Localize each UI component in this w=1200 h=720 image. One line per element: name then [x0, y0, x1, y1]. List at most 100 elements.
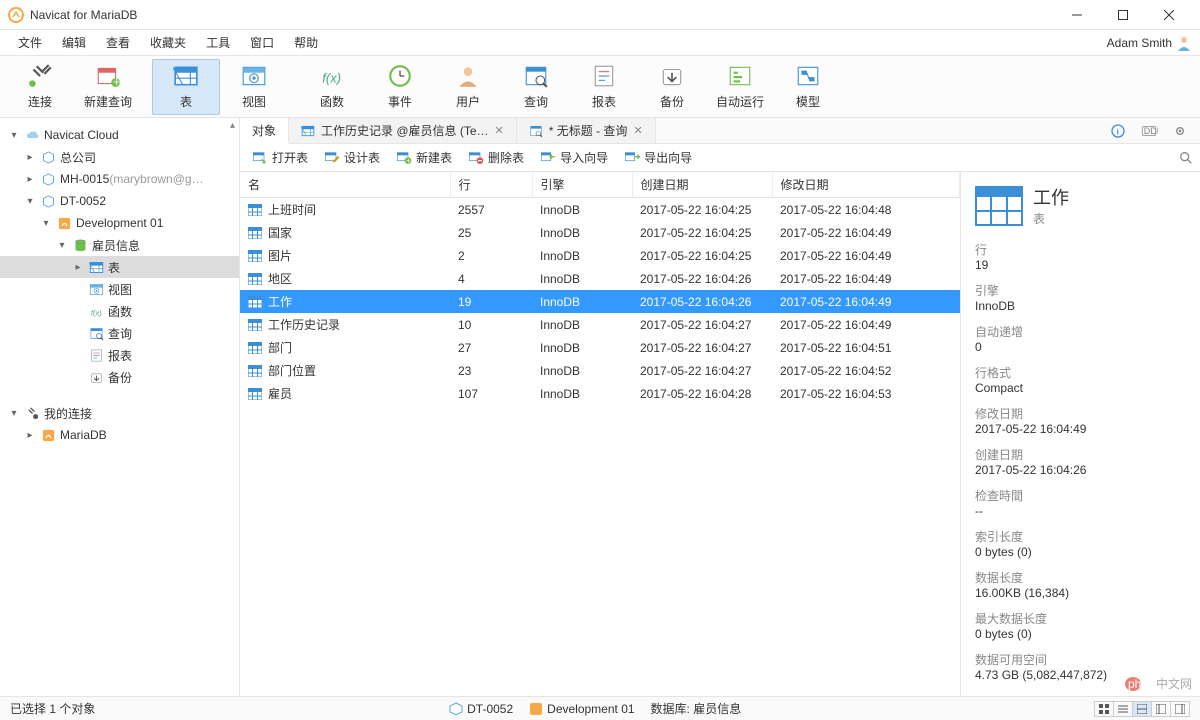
table-row[interactable]: 地区4InnoDB2017-05-22 16:04:262017-05-22 1… — [240, 267, 960, 290]
menu-file[interactable]: 文件 — [8, 30, 52, 55]
table-row[interactable]: 工作19InnoDB2017-05-22 16:04:262017-05-22 … — [240, 290, 960, 313]
table-icon — [248, 204, 262, 216]
view-grid-button[interactable] — [1094, 701, 1114, 717]
column-header[interactable]: 引擎 — [532, 172, 632, 198]
toolbar-clock-button[interactable]: 事件 — [366, 59, 434, 115]
view-list-button[interactable] — [1113, 701, 1133, 717]
action-design-button[interactable]: 设计表 — [318, 147, 386, 168]
watermark: php 中文网 — [1124, 675, 1192, 692]
status-development[interactable]: Development 01 — [529, 702, 634, 716]
avatar-icon[interactable] — [1176, 35, 1192, 51]
tab[interactable]: 工作历史记录 @雇员信息 (Te…✕ — [289, 118, 517, 143]
tree-item[interactable]: ▾雇员信息 — [0, 234, 239, 256]
table-row[interactable]: 图片2InnoDB2017-05-22 16:04:252017-05-22 1… — [240, 244, 960, 267]
tree-item[interactable]: ▾Development 01 — [0, 212, 239, 234]
tree-item[interactable]: 视图 — [0, 278, 239, 300]
menu-edit[interactable]: 编辑 — [52, 30, 96, 55]
menu-view[interactable]: 查看 — [96, 30, 140, 55]
menu-window[interactable]: 窗口 — [240, 30, 284, 55]
svg-text:+: + — [406, 156, 411, 165]
column-header[interactable]: 名 — [240, 172, 450, 198]
column-header[interactable]: 创建日期 — [632, 172, 772, 198]
tree-item[interactable]: ▾Navicat Cloud — [0, 124, 239, 146]
toolbar-model-button[interactable]: 模型 — [774, 59, 842, 115]
view-detail-button[interactable] — [1132, 701, 1152, 717]
expander-icon[interactable]: ▾ — [8, 130, 20, 141]
tree-item[interactable]: ▸总公司 — [0, 146, 239, 168]
export-icon — [624, 150, 640, 166]
menu-help[interactable]: 帮助 — [284, 30, 328, 55]
tab[interactable]: * 无标题 - 查询✕ — [517, 118, 656, 143]
tree-item[interactable]: 备份 — [0, 366, 239, 388]
import-icon — [540, 150, 556, 166]
toolbar-new-query-button[interactable]: +新建查询 — [74, 59, 142, 115]
tree-item[interactable]: ▾DT-0052 — [0, 190, 239, 212]
table-row[interactable]: 部门位置23InnoDB2017-05-22 16:04:272017-05-2… — [240, 359, 960, 382]
scroll-up-icon[interactable]: ▴ — [230, 120, 235, 131]
expander-icon[interactable]: ▸ — [24, 152, 36, 163]
table-row[interactable]: 国家25InnoDB2017-05-22 16:04:252017-05-22 … — [240, 221, 960, 244]
minimize-button[interactable] — [1054, 0, 1100, 30]
expander-icon[interactable]: ▸ — [24, 174, 36, 185]
toolbar-report-button[interactable]: 报表 — [570, 59, 638, 115]
tree-item[interactable]: 报表 — [0, 344, 239, 366]
action-delete-button[interactable]: 删除表 — [462, 147, 530, 168]
toolbar-user-button[interactable]: 用户 — [434, 59, 502, 115]
search-icon[interactable] — [1178, 150, 1194, 166]
toolbar-label: 视图 — [242, 93, 266, 110]
table-row[interactable]: 工作历史记录10InnoDB2017-05-22 16:04:272017-05… — [240, 313, 960, 336]
expander-icon[interactable]: ▾ — [40, 218, 52, 229]
ddl-icon[interactable]: DDL — [1140, 122, 1158, 140]
expander-icon[interactable]: ▾ — [8, 408, 20, 419]
info-icon[interactable]: i — [1110, 123, 1126, 139]
action-open-button[interactable]: 打开表 — [246, 147, 314, 168]
toolbar-fx-button[interactable]: f(x)函数 — [298, 59, 366, 115]
toolbar-auto-button[interactable]: 自动运行 — [706, 59, 774, 115]
close-icon[interactable]: ✕ — [633, 124, 642, 137]
toolbar-table-button[interactable]: 表 — [152, 59, 220, 115]
tree-label: 函数 — [108, 303, 132, 320]
table-row[interactable]: 部门27InnoDB2017-05-22 16:04:272017-05-22 … — [240, 336, 960, 359]
tab[interactable]: 对象 — [240, 118, 289, 144]
query-icon — [88, 325, 104, 341]
maximize-button[interactable] — [1100, 0, 1146, 30]
menu-favorites[interactable]: 收藏夹 — [140, 30, 196, 55]
tree-item[interactable]: ▾我的连接 — [0, 402, 239, 424]
close-icon[interactable]: ✕ — [495, 124, 504, 137]
tree-item[interactable]: ▸MH-0015 (marybrown@g… — [0, 168, 239, 190]
expander-icon[interactable]: ▾ — [24, 196, 36, 207]
user-label[interactable]: Adam Smith — [1107, 36, 1172, 50]
fx-icon: f(x) — [88, 303, 104, 319]
tree-item[interactable]: f(x)函数 — [0, 300, 239, 322]
tree-item[interactable]: ▸表 — [0, 256, 239, 278]
property-key: 行格式 — [975, 364, 1186, 381]
column-header[interactable]: 修改日期 — [772, 172, 960, 198]
table-row[interactable]: 上班时间2557InnoDB2017-05-22 16:04:252017-05… — [240, 198, 960, 222]
toolbar-plug-button[interactable]: 连接 — [6, 59, 74, 115]
property-key: 索引长度 — [975, 528, 1186, 545]
hex-icon — [40, 193, 56, 209]
tree-label: MH-0015 — [60, 172, 109, 186]
close-button[interactable] — [1146, 0, 1192, 30]
expander-icon[interactable]: ▸ — [24, 430, 36, 441]
cell-engine: InnoDB — [532, 290, 632, 313]
expander-icon[interactable]: ▾ — [56, 240, 68, 251]
tree-item[interactable]: 查询 — [0, 322, 239, 344]
cloud-icon — [24, 127, 40, 143]
action-new-button[interactable]: +新建表 — [390, 147, 458, 168]
view-panel1-button[interactable] — [1151, 701, 1171, 717]
view-panel2-button[interactable] — [1170, 701, 1190, 717]
tree-item[interactable]: ▸MariaDB — [0, 424, 239, 446]
table-row[interactable]: 雇员107InnoDB2017-05-22 16:04:282017-05-22… — [240, 382, 960, 405]
action-export-button[interactable]: 导出向导 — [618, 147, 698, 168]
expander-icon[interactable]: ▸ — [72, 262, 84, 273]
gear-icon[interactable] — [1172, 123, 1188, 139]
toolbar-backup-button[interactable]: 备份 — [638, 59, 706, 115]
action-label: 导入向导 — [560, 149, 608, 166]
menu-tools[interactable]: 工具 — [196, 30, 240, 55]
status-connection[interactable]: DT-0052 — [449, 702, 513, 716]
column-header[interactable]: 行 — [450, 172, 532, 198]
action-import-button[interactable]: 导入向导 — [534, 147, 614, 168]
toolbar-query-button[interactable]: 查询 — [502, 59, 570, 115]
toolbar-view-button[interactable]: 视图 — [220, 59, 288, 115]
